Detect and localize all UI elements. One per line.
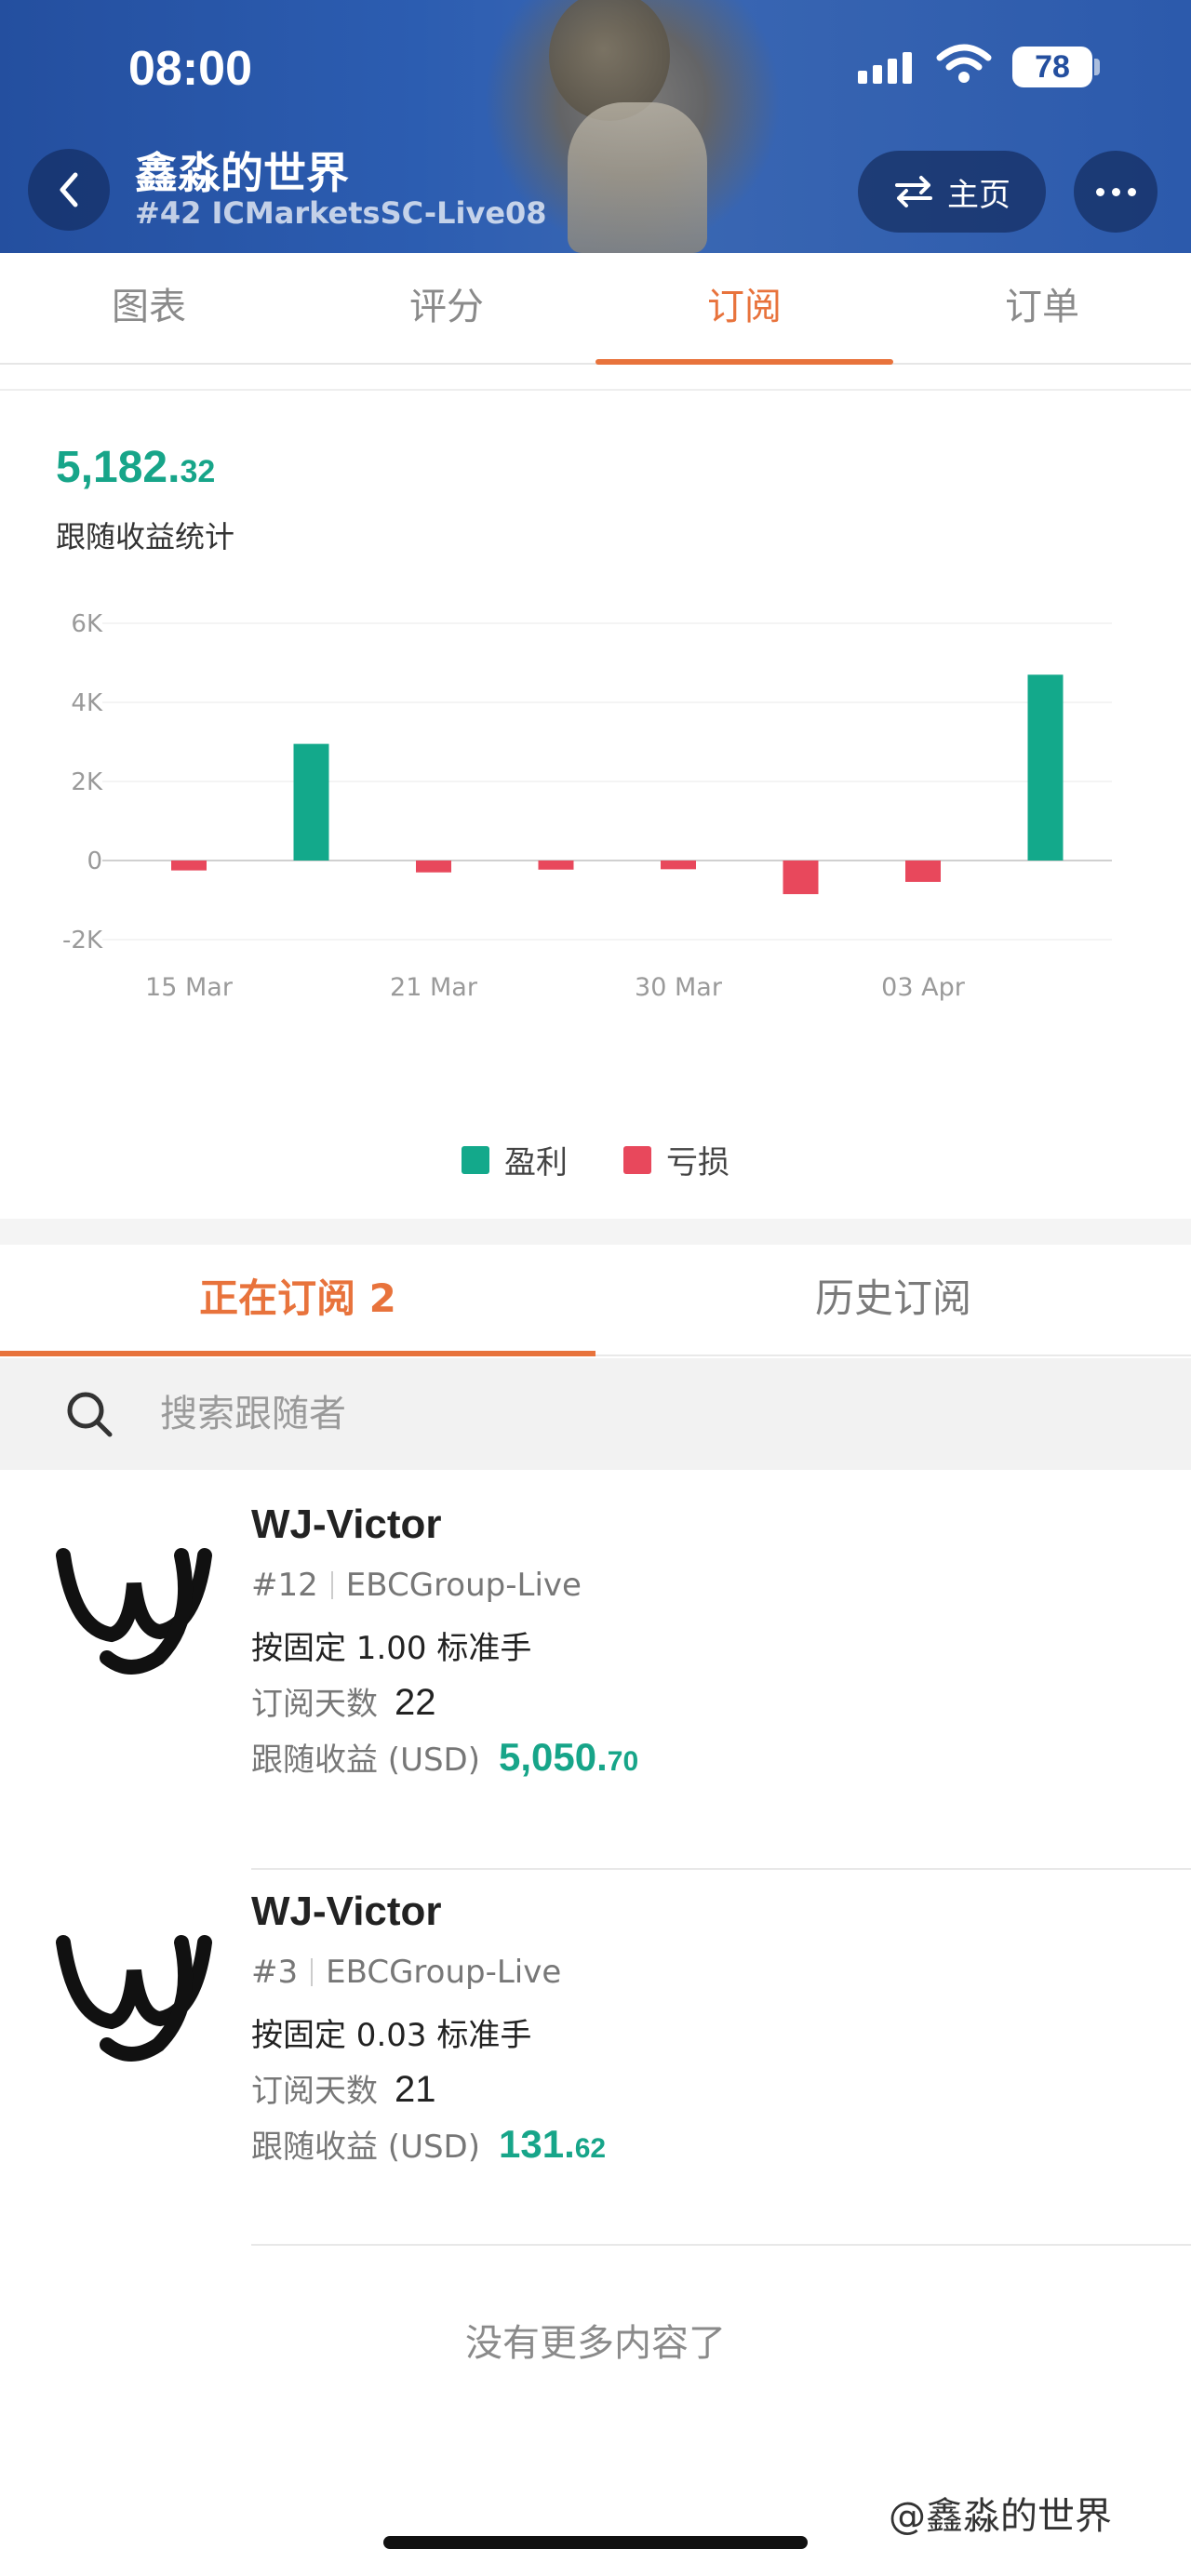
search-icon — [67, 1392, 113, 1437]
y-tick-label: 2K — [71, 768, 103, 796]
x-tick-label: 15 Mar — [145, 973, 234, 1002]
wj-logo-icon — [56, 1935, 212, 2062]
loss-bar[interactable] — [905, 861, 941, 882]
trader-name: WJ-Victor — [251, 1502, 442, 1547]
chevron-left-icon — [60, 172, 78, 207]
battery-indicator: 78 — [1012, 47, 1092, 87]
follow-profit-label: 跟随收益统计 — [56, 519, 235, 554]
profit-bar-chart: 6K 4K 2K 0 -2K 15 Mar 21 Mar 30 Mar 03 Apr — [0, 595, 1191, 1098]
days-label: 订阅天数 — [251, 1686, 378, 1723]
tab-orders[interactable]: 订单 — [893, 253, 1191, 363]
account-subtitle: #42 ICMarketsSC-Live08 — [135, 195, 547, 231]
subscription-item[interactable]: WJ-Victor #3 EBCGroup-Live 按固定 0.03 标准手 … — [0, 1868, 1191, 2240]
swap-arrows-icon — [895, 176, 932, 207]
battery-tip — [1094, 59, 1100, 75]
y-tick-label: 4K — [71, 689, 103, 717]
app-header: 08:00 78 鑫淼的世界 #42 ICMarketsSC-Live08 主页 — [0, 0, 1191, 253]
loss-bar[interactable] — [538, 861, 574, 870]
profit-label: 跟随收益 (USD) — [251, 2129, 480, 2166]
tab-rating[interactable]: 评分 — [298, 253, 596, 363]
loss-bar[interactable] — [416, 861, 451, 873]
loss-bar[interactable] — [171, 861, 207, 871]
subscription-days: 订阅天数 22 — [251, 1678, 436, 1724]
legend-label-profit: 盈利 — [504, 1144, 568, 1181]
no-more-content-text: 没有更多内容了 — [465, 2322, 726, 2365]
subscription-item[interactable]: WJ-Victor #12 EBCGroup-Live 按固定 1.00 标准手… — [0, 1481, 1191, 1853]
follower-search-input[interactable] — [160, 1393, 904, 1435]
y-tick-label: 6K — [71, 610, 103, 638]
profit-label: 跟随收益 (USD) — [251, 1742, 480, 1779]
loss-bar[interactable] — [783, 861, 819, 895]
follow-profit-integer: 5,182. — [56, 443, 181, 492]
y-tick-label: 0 — [87, 848, 102, 875]
copy-mode: 按固定 1.00 标准手 — [251, 1630, 532, 1667]
subscription-days: 订阅天数 21 — [251, 2065, 436, 2111]
profit-decimal: 62 — [574, 2133, 607, 2164]
days-value: 22 — [395, 1682, 436, 1723]
profit-chart-svg: 6K 4K 2K 0 -2K 15 Mar 21 Mar 30 Mar 03 Apr — [62, 610, 1112, 1002]
wifi-icon — [936, 44, 992, 83]
follow-profit-decimal: 32 — [180, 454, 216, 489]
profit-bar[interactable] — [1027, 674, 1064, 861]
chart-legend: 盈利 亏损 — [0, 1137, 1191, 1182]
profit-integer: 5,050. — [499, 1735, 608, 1779]
statue-beard-image — [568, 102, 707, 253]
list-divider — [251, 2244, 1191, 2246]
section-gap — [0, 1219, 1191, 1245]
profit-bar[interactable] — [293, 743, 329, 861]
account-meta: #3 EBCGroup-Live — [251, 1954, 561, 1991]
profit-value: 131.62 — [499, 2122, 606, 2167]
follower-search-bar — [0, 1358, 1191, 1470]
tab-history-subscriptions[interactable]: 历史订阅 — [596, 1245, 1191, 1355]
account-number: #12 — [251, 1567, 318, 1604]
meta-separator — [330, 1571, 333, 1599]
wj-logo-icon — [56, 1548, 212, 1675]
days-label: 订阅天数 — [251, 2073, 378, 2110]
follow-profit-total: 5,182.32 — [56, 442, 215, 493]
legend-swatch-profit — [462, 1145, 489, 1174]
account-server: EBCGroup-Live — [326, 1954, 562, 1991]
page-title: 鑫淼的世界 — [135, 148, 349, 198]
more-dot-icon — [1095, 187, 1104, 196]
days-value: 21 — [395, 2069, 436, 2110]
watermark-text: @鑫淼的世界 — [889, 2495, 1112, 2538]
x-tick-label: 03 Apr — [881, 973, 966, 1002]
legend-item-profit[interactable]: 盈利 — [462, 1137, 568, 1182]
section-divider — [0, 389, 1191, 391]
more-dot-icon — [1111, 187, 1120, 196]
meta-separator — [311, 1958, 314, 1986]
main-tabs: 图表 评分 订阅 订单 — [0, 253, 1191, 365]
profit-decimal: 70 — [607, 1746, 639, 1777]
back-button[interactable] — [28, 149, 110, 231]
x-tick-label: 30 Mar — [635, 973, 723, 1002]
account-number: #3 — [251, 1954, 299, 1991]
legend-item-loss[interactable]: 亏损 — [623, 1137, 729, 1182]
more-dot-icon — [1127, 187, 1136, 196]
tab-active-subscriptions[interactable]: 正在订阅 2 — [0, 1245, 596, 1356]
home-button[interactable]: 主页 — [858, 151, 1046, 233]
loss-bar[interactable] — [661, 861, 696, 870]
profit-integer: 131. — [499, 2122, 575, 2166]
follow-profit: 跟随收益 (USD) 5,050.70 — [251, 1734, 638, 1780]
status-time: 08:00 — [128, 42, 252, 96]
home-indicator[interactable] — [383, 2536, 808, 2549]
profit-value: 5,050.70 — [499, 1735, 638, 1780]
subscription-tabs: 正在订阅 2 历史订阅 — [0, 1245, 1191, 1356]
x-tick-label: 21 Mar — [390, 973, 478, 1002]
account-meta: #12 EBCGroup-Live — [251, 1567, 582, 1604]
legend-swatch-loss — [623, 1145, 651, 1174]
trader-name: WJ-Victor — [251, 1889, 442, 1934]
y-tick-label: -2K — [62, 927, 103, 954]
copy-mode: 按固定 0.03 标准手 — [251, 2017, 532, 2054]
legend-label-loss: 亏损 — [666, 1144, 729, 1181]
more-options-button[interactable] — [1074, 151, 1158, 233]
account-server: EBCGroup-Live — [345, 1567, 582, 1604]
home-button-label: 主页 — [947, 176, 1010, 214]
cellular-signal-icon — [858, 52, 912, 84]
tab-subscriptions[interactable]: 订阅 — [596, 253, 893, 365]
tab-chart[interactable]: 图表 — [0, 253, 298, 363]
follow-profit: 跟随收益 (USD) 131.62 — [251, 2121, 606, 2167]
